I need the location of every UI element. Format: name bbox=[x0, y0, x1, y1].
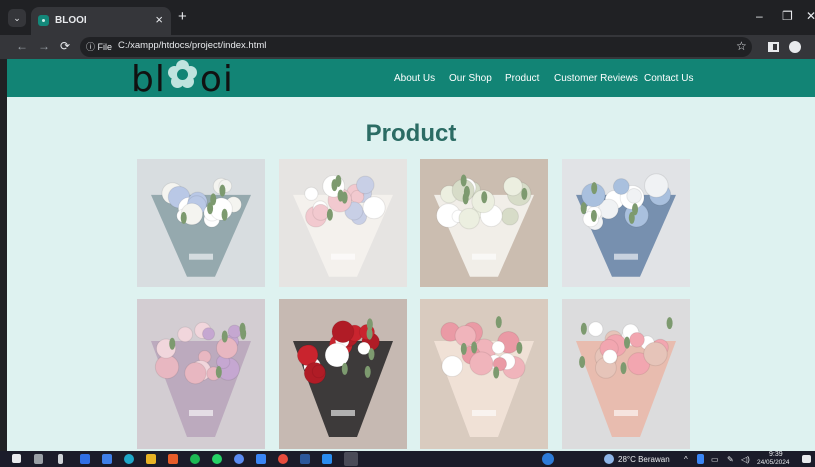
bouquet-image bbox=[562, 159, 690, 287]
vscode-icon[interactable] bbox=[322, 454, 332, 464]
tab-search-icon[interactable]: ⌄ bbox=[8, 9, 26, 27]
logo-text-start: bl bbox=[131, 59, 166, 100]
nav-our-shop[interactable]: Our Shop bbox=[449, 73, 492, 84]
section-title: Product bbox=[365, 120, 457, 147]
folder-icon[interactable] bbox=[146, 454, 156, 464]
product-card[interactable] bbox=[137, 299, 265, 449]
tab-close-button[interactable]: × bbox=[155, 12, 163, 27]
active-chrome-icon[interactable] bbox=[344, 452, 358, 466]
product-card[interactable] bbox=[137, 159, 265, 287]
favicon-icon bbox=[38, 15, 49, 26]
bouquet-image bbox=[137, 299, 265, 449]
browser-tab[interactable]: BLOOI × bbox=[31, 7, 171, 35]
nav-customer-reviews[interactable]: Customer Reviews bbox=[554, 73, 638, 84]
word-icon[interactable] bbox=[300, 454, 310, 464]
tray-app-icon[interactable] bbox=[697, 454, 704, 464]
tray-chevron-icon[interactable]: ^ bbox=[684, 455, 688, 464]
bouquet-image bbox=[562, 299, 690, 449]
notification-icon[interactable] bbox=[802, 455, 811, 463]
flower-icon bbox=[167, 59, 198, 89]
site-header: bl oi About Us Our Shop Product Customer … bbox=[7, 59, 815, 100]
restore-button[interactable]: ❐ bbox=[782, 9, 793, 23]
clock-date[interactable]: 24/05/2024 bbox=[757, 459, 790, 466]
browser-tabstrip: ⌄ BLOOI × + – ❐ ✕ bbox=[0, 0, 815, 35]
spotify-icon[interactable] bbox=[190, 454, 200, 464]
browser-toolbar: ← → ⟳ ⓘ File C:/xampp/htdocs/project/ind… bbox=[0, 35, 815, 59]
chrome-icon[interactable] bbox=[278, 454, 288, 464]
task-view-icon[interactable] bbox=[34, 454, 43, 464]
bouquet-image bbox=[420, 299, 548, 449]
nav-product[interactable]: Product bbox=[505, 73, 539, 84]
product-card[interactable] bbox=[279, 159, 407, 287]
app-icon-3[interactable] bbox=[102, 454, 112, 464]
tab-title: BLOOI bbox=[55, 15, 87, 26]
app-icon-6[interactable] bbox=[256, 454, 266, 464]
bouquet-image bbox=[279, 159, 407, 287]
back-icon[interactable]: ← bbox=[16, 39, 28, 53]
nav-about-us[interactable]: About Us bbox=[394, 73, 435, 84]
windows-start-icon[interactable] bbox=[12, 454, 21, 463]
bouquet-image bbox=[137, 159, 265, 287]
edge-icon[interactable] bbox=[124, 454, 134, 464]
reload-icon[interactable]: ⟳ bbox=[60, 39, 70, 53]
app-icon-1[interactable] bbox=[58, 454, 63, 464]
bookmark-star-icon[interactable]: ☆ bbox=[736, 39, 747, 53]
new-tab-button[interactable]: + bbox=[178, 8, 187, 25]
minimize-button[interactable]: – bbox=[756, 9, 763, 23]
network-icon[interactable]: ▭ bbox=[711, 455, 719, 464]
profile-icon[interactable] bbox=[789, 41, 801, 53]
app-icon-4[interactable] bbox=[168, 454, 178, 464]
weather-text[interactable]: 28°C Berawan bbox=[618, 455, 670, 464]
page-viewport: bl oi About Us Our Shop Product Customer … bbox=[7, 59, 815, 451]
logo-text-end: oi bbox=[199, 59, 234, 100]
product-card[interactable] bbox=[279, 299, 407, 449]
product-card[interactable] bbox=[420, 299, 548, 449]
forward-icon[interactable]: → bbox=[38, 39, 50, 53]
product-card[interactable] bbox=[562, 299, 690, 449]
app-icon-5[interactable] bbox=[234, 454, 244, 464]
whatsapp-icon[interactable] bbox=[212, 454, 222, 464]
product-card[interactable] bbox=[420, 159, 548, 287]
close-window-button[interactable]: ✕ bbox=[806, 9, 815, 23]
site-logo[interactable]: bl oi bbox=[131, 59, 234, 100]
address-bar[interactable]: ⓘ File C:/xampp/htdocs/project/index.htm… bbox=[80, 37, 752, 57]
url-text[interactable]: C:/xampp/htdocs/project/index.html bbox=[118, 40, 266, 51]
pen-icon[interactable]: ✎ bbox=[727, 455, 734, 464]
volume-icon[interactable]: ◁) bbox=[741, 455, 750, 464]
bouquet-image bbox=[420, 159, 548, 287]
site-info-chip[interactable]: ⓘ File bbox=[86, 40, 112, 53]
weather-icon bbox=[604, 454, 614, 464]
app-icon-2[interactable] bbox=[80, 454, 90, 464]
help-icon[interactable] bbox=[542, 453, 554, 465]
nav-contact-us[interactable]: Contact Us bbox=[644, 73, 693, 84]
os-taskbar: 28°C Berawan ^ ▭ ✎ ◁) 9:39 24/05/2024 bbox=[0, 451, 815, 467]
side-panel-icon[interactable] bbox=[768, 42, 779, 52]
clock-time[interactable]: 9:39 bbox=[769, 451, 783, 458]
product-card[interactable] bbox=[562, 159, 690, 287]
bouquet-image bbox=[279, 299, 407, 449]
